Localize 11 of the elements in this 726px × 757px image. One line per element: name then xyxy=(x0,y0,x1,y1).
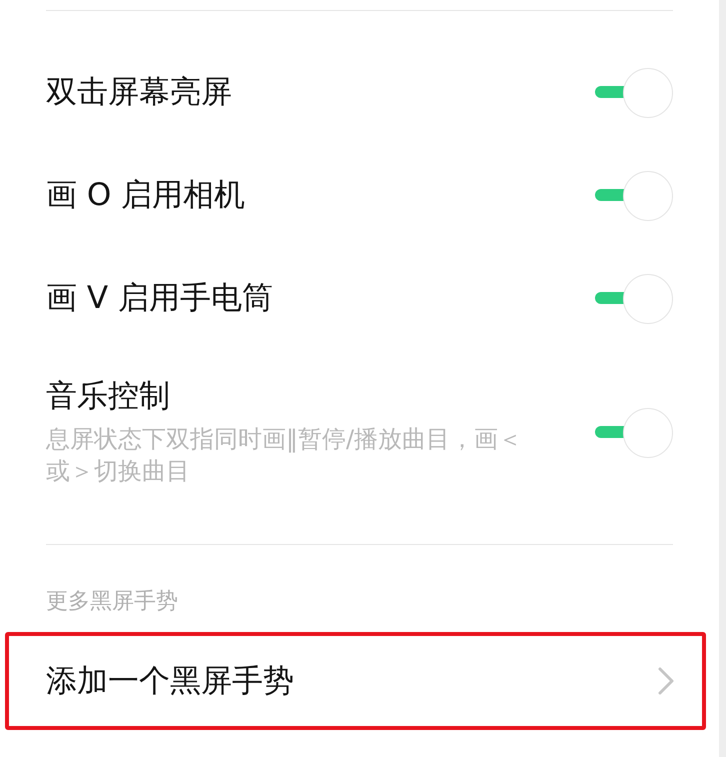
chevron-right-icon xyxy=(658,667,674,695)
toggle-switch[interactable] xyxy=(595,68,673,116)
setting-title: 画 V 启用手电筒 xyxy=(46,279,274,317)
setting-title: 双击屏幕亮屏 xyxy=(46,73,233,111)
toggle-switch[interactable] xyxy=(595,171,673,219)
toggle-switch[interactable] xyxy=(595,408,673,456)
section-header: 更多黑屏手势 xyxy=(46,588,179,616)
setting-title: 画 O 启用相机 xyxy=(46,176,246,214)
setting-title: 音乐控制 xyxy=(46,377,171,415)
setting-description: 息屏状态下双指同时画‖暂停/播放曲目，画＜或＞切换曲目 xyxy=(46,424,524,487)
toggle-switch[interactable] xyxy=(595,274,673,322)
